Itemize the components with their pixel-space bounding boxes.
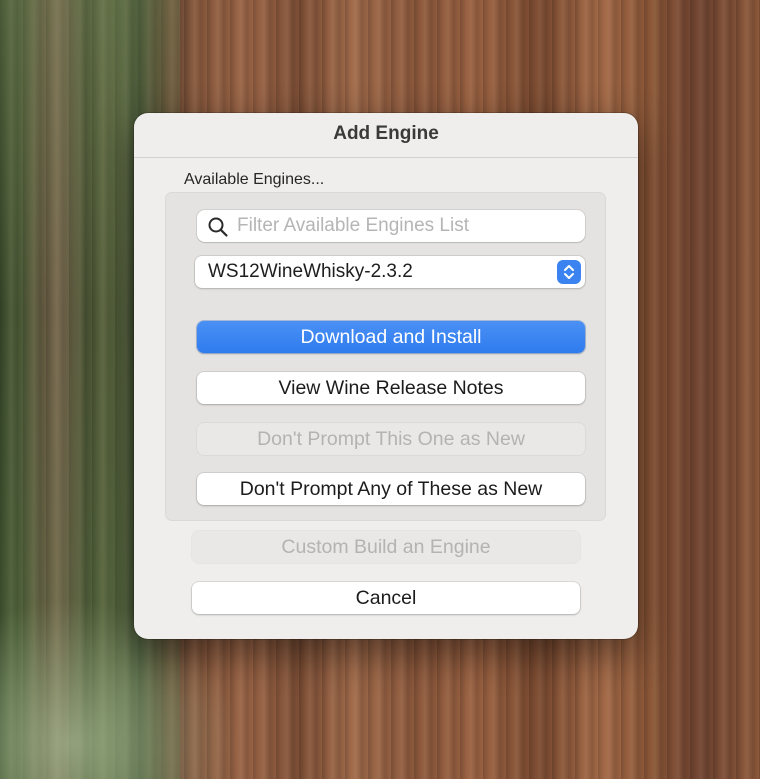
add-engine-dialog: Add Engine Available Engines... WS12Wine… [134,113,638,639]
engine-filter-field[interactable] [197,210,585,242]
search-icon [208,217,228,237]
cancel-button[interactable]: Cancel [192,582,580,614]
title-divider [134,157,638,158]
engine-select[interactable]: WS12WineWhisky-2.3.2 [195,256,585,288]
engine-select-value: WS12WineWhisky-2.3.2 [208,261,413,282]
download-install-button[interactable]: Download and Install [197,321,585,353]
dont-prompt-this-one-button[interactable]: Don't Prompt This One as New [197,423,585,455]
dont-prompt-any-button[interactable]: Don't Prompt Any of These as New [197,473,585,505]
view-release-notes-button[interactable]: View Wine Release Notes [197,372,585,404]
engine-filter-input[interactable] [237,210,577,242]
available-engines-label: Available Engines... [184,171,325,188]
custom-build-engine-button[interactable]: Custom Build an Engine [192,531,580,563]
up-down-chevron-icon[interactable] [557,260,581,284]
dialog-title: Add Engine [333,123,439,144]
